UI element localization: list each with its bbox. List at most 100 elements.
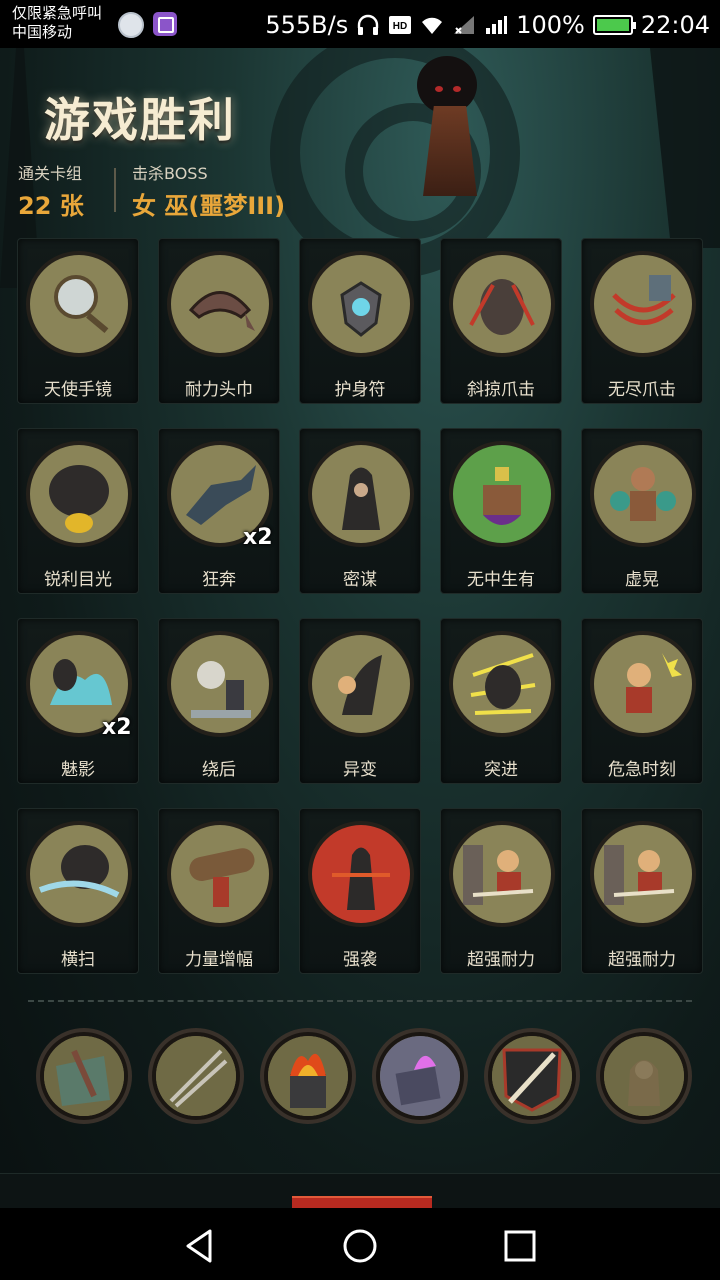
relic-item[interactable] [372,1028,468,1124]
card-item[interactable]: 强袭 [299,808,421,974]
card-frame [26,821,132,927]
card-name: 魅影 [61,760,95,780]
card-name: 无尽爪击 [608,380,676,400]
card-frame [590,251,696,357]
card-name: 狂奔 [202,570,236,590]
relic-item[interactable] [484,1028,580,1124]
card-name: 横扫 [61,950,95,970]
card-item[interactable]: 绕后 [158,618,280,784]
amulet-icon [312,255,410,353]
skull-ghost-icon [171,635,269,733]
claw-strike-icon [594,255,692,353]
card-frame [167,821,273,927]
card-item[interactable]: 突进 [440,618,562,784]
card-frame [590,441,696,547]
svg-text:HD: HD [393,21,407,32]
card-name: 强袭 [343,950,377,970]
boxer-icon [594,445,692,543]
card-item[interactable]: 横扫 [17,808,139,974]
card-name: 天使手镜 [44,380,112,400]
avatar-icon [118,12,144,38]
relic-item[interactable] [596,1028,692,1124]
back-icon[interactable] [180,1226,220,1266]
section-divider [28,1000,692,1002]
card-item[interactable]: 狂奔 x2 [158,428,280,594]
card-frame [167,631,273,737]
card-deck-grid: 天使手镜 耐力头巾 护身符 斜掠爪击 无尽爪击锐利目光 狂奔 x2 密谋 无中生有 虚晃魅影 x2 绕… [17,238,705,974]
divider [114,168,116,212]
card-item[interactable]: 超强耐力 [440,808,562,974]
card-frame [308,441,414,547]
card-frame [308,821,414,927]
flaming-brazier-icon [268,1036,348,1116]
assault-icon [312,825,410,923]
gargoyle-statue-icon [604,1036,684,1116]
card-item[interactable]: 护身符 [299,238,421,404]
card-name: 斜掠爪击 [467,380,535,400]
werewolf-claw-icon [453,255,551,353]
log-lift-icon [171,825,269,923]
clock: 22:04 [640,11,710,39]
card-frame [449,821,555,927]
dash-wolf-icon [453,635,551,733]
boss-name: 女 巫(噩梦III) [132,192,286,220]
relic-item[interactable] [260,1028,356,1124]
carrier-line-1: 仅限紧急呼叫 [12,4,103,22]
sweep-wolf-icon [30,825,128,923]
card-name: 突进 [484,760,518,780]
gallery-app-icon [153,12,177,36]
card-name: 护身符 [334,380,386,400]
battery-icon [592,15,636,35]
mutation-icon [312,635,410,733]
continue-button[interactable] [292,1196,432,1208]
card-frame [167,251,273,357]
endurance-icon [453,825,551,923]
card-name: 绕后 [202,760,236,780]
navigation-bar [0,1208,720,1280]
card-item[interactable]: 超强耐力 [581,808,703,974]
card-item[interactable]: 异变 [299,618,421,784]
carrier-line-2: 中国移动 [12,23,73,41]
battery-percent: 100% [516,11,585,39]
boss-label: 击杀BOSS [132,164,208,183]
home-icon[interactable] [340,1226,380,1266]
twin-blades-icon [156,1036,236,1116]
card-item[interactable]: 斜掠爪击 [440,238,562,404]
deck-count-group: 22 张 [18,186,84,221]
card-frame [308,631,414,737]
card-name: 锐利目光 [44,570,112,590]
card-item[interactable]: 密谋 [299,428,421,594]
relic-item[interactable] [36,1028,132,1124]
card-count-badge: x2 [243,525,273,550]
hd-icon: HD [389,16,412,34]
card-frame [308,251,414,357]
relic-row [36,1028,696,1124]
card-name: 危急时刻 [608,760,676,780]
card-item[interactable]: 无中生有 [440,428,562,594]
card-name: 虚晃 [625,570,659,590]
card-item[interactable]: 天使手镜 [17,238,139,404]
purple-flame-box-icon [380,1036,460,1116]
deck-unit: 张 [59,192,84,220]
card-name: 超强耐力 [608,950,676,970]
recent-apps-icon[interactable] [500,1226,540,1266]
headphones-icon [358,14,379,35]
hooded-figures-icon [312,445,410,543]
card-name: 无中生有 [467,570,535,590]
card-item[interactable]: 耐力头巾 [158,238,280,404]
endurance-icon [594,825,692,923]
victory-screen: 游戏胜利 通关卡组 22 张 击杀BOSS 女 巫(噩梦III) 天使手镜 耐力头… [0,48,720,1208]
card-item[interactable]: 危急时刻 [581,618,703,784]
card-name: 异变 [343,760,377,780]
card-item[interactable]: 锐利目光 [17,428,139,594]
card-count-badge: x2 [102,715,132,740]
card-item[interactable]: 魅影 x2 [17,618,139,784]
card-frame [449,251,555,357]
relic-item[interactable] [148,1028,244,1124]
card-item[interactable]: 力量增幅 [158,808,280,974]
page-title: 游戏胜利 [44,93,236,147]
background-tree [650,48,720,248]
card-item[interactable]: 虚晃 [581,428,703,594]
carrier-info: 仅限紧急呼叫 中国移动 [12,4,102,42]
card-item[interactable]: 无尽爪击 [581,238,703,404]
